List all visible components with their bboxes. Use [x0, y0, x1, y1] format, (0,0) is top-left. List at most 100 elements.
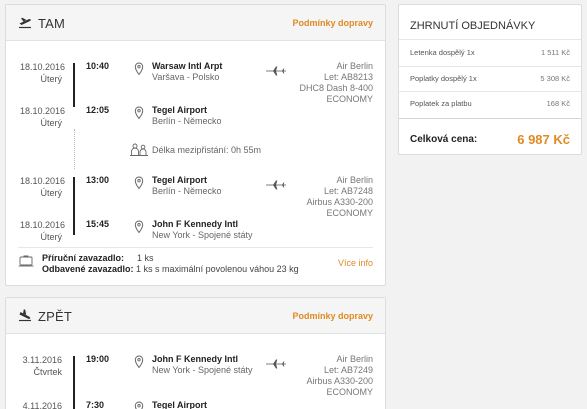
summary-row-value: 1 511 Kč [540, 48, 570, 57]
location-pin-icon [134, 106, 144, 120]
location-pin-icon [134, 220, 144, 234]
seg2-dep-time: 13:00 [86, 175, 110, 185]
flight-route-icon [266, 180, 286, 190]
hand-baggage-value: 1 ks [137, 253, 154, 263]
hand-baggage-label: Příruční zavazadlo: [42, 253, 125, 263]
seg1-dep-airport: Warsaw Intl Arpt [152, 61, 223, 71]
seg2-carrier: Air Berlin Let: AB7248 Airbus A330-200 E… [306, 175, 373, 219]
landing-icon [19, 309, 31, 322]
inbound-card: ZPĚT Podmínky dopravy 3.11.2016 Čtvrtek … [5, 297, 386, 409]
inbound-seg1-carrier: Air Berlin Let: AB7249 Airbus A330-200 E… [306, 354, 373, 398]
seg2-dep-airport: Tegel Airport [152, 175, 208, 185]
seg2-dep-date: 18.10.2016 Úterý [20, 175, 66, 199]
inbound-rules-link[interactable]: Podmínky dopravy [292, 311, 373, 321]
inbound-seg1-dep-date: 3.11.2016 Čtvrtek [20, 354, 62, 378]
location-pin-icon [134, 401, 144, 409]
summary-divider [399, 91, 581, 92]
seg1-dep-date: 18.10.2016 Úterý [20, 61, 66, 85]
airline-name: Air Berlin [336, 61, 373, 71]
flight-number: Let: AB7249 [323, 365, 373, 375]
hand-baggage: Příruční zavazadlo: 1 ks [42, 253, 154, 263]
checked-baggage-label: Odbavené zavazadlo: [42, 264, 134, 274]
day-text: Úterý [40, 188, 62, 198]
inbound-header: ZPĚT Podmínky dopravy [6, 298, 385, 334]
location-pin-icon [134, 176, 144, 190]
location-pin-icon [134, 355, 144, 369]
flight-number: Let: AB8213 [323, 72, 373, 82]
seg2-arr-date: 18.10.2016 Úterý [20, 219, 66, 243]
outbound-rules-link[interactable]: Podmínky dopravy [292, 18, 373, 28]
flight-route-icon [266, 66, 286, 76]
outbound-title: TAM [38, 16, 66, 31]
layover-people-icon [130, 143, 148, 156]
timeline-line [73, 177, 75, 235]
aircraft-type: Airbus A330-200 [306, 376, 373, 386]
summary-row-label: Letenka dospělý 1x [410, 48, 475, 57]
summary-title: ZHRNUTÍ OBJEDNÁVKY [410, 20, 536, 32]
summary-row-value: 168 Kč [546, 99, 570, 108]
layover-dotted-line [73, 129, 75, 169]
seg1-arr-city: Berlín - Německo [152, 116, 222, 126]
location-pin-icon [134, 62, 144, 76]
summary-row-label: Poplatky dospělý 1x [410, 74, 477, 83]
summary-row: Letenka dospělý 1x 1 511 Kč [410, 48, 570, 57]
day-text: Čtvrtek [33, 367, 62, 377]
seg2-arr-airport: John F Kennedy Intl [152, 219, 239, 229]
inbound-seg1-dep-time: 19:00 [86, 354, 110, 364]
inbound-seg1-arr-date: 4.11.2016 [20, 400, 62, 409]
date-text: 18.10.2016 [20, 176, 66, 186]
date-text: 3.11.2016 [22, 355, 62, 365]
summary-row-value: 5 308 Kč [540, 74, 570, 83]
day-text: Úterý [40, 74, 62, 84]
inbound-seg1-dep-city: New York - Spojené státy [152, 365, 253, 375]
luggage-icon [18, 255, 34, 267]
seg2-arr-city: New York - Spojené státy [152, 230, 253, 240]
summary-row: Poplatek za platbu 168 Kč [410, 99, 570, 108]
date-text: 18.10.2016 [20, 106, 66, 116]
seg1-arr-date: 18.10.2016 Úterý [20, 105, 66, 129]
seg2-dep-city: Berlín - Německo [152, 186, 222, 196]
timeline-line [73, 356, 75, 409]
aircraft-type: Airbus A330-200 [306, 197, 373, 207]
flight-route-icon [266, 359, 286, 369]
cabin-class: ECONOMY [326, 208, 373, 218]
outbound-card: TAM Podmínky dopravy 18.10.2016 Úterý 10… [5, 4, 386, 286]
timeline-line [73, 63, 75, 107]
cabin-class: ECONOMY [326, 387, 373, 397]
airline-name: Air Berlin [336, 354, 373, 364]
order-summary-card: ZHRNUTÍ OBJEDNÁVKY Letenka dospělý 1x 1 … [398, 4, 582, 155]
date-text: 18.10.2016 [20, 220, 66, 230]
inbound-title: ZPĚT [38, 309, 73, 324]
checked-baggage: Odbavené zavazadlo: 1 ks s maximální pov… [42, 264, 299, 274]
summary-divider [399, 66, 581, 67]
inbound-seg1-arr-time: 7:30 [86, 400, 105, 409]
total-price: Celková cena: 6 987 Kč [410, 132, 570, 147]
layover-duration: Délka mezipřistání: 0h 55m [152, 145, 262, 155]
seg1-carrier: Air Berlin Let: AB8213 DHC8 Dash 8-400 E… [299, 61, 373, 105]
day-text: Úterý [40, 118, 62, 128]
aircraft-type: DHC8 Dash 8-400 [299, 83, 373, 93]
total-label: Celková cena: [410, 134, 478, 145]
total-value: 6 987 Kč [517, 132, 570, 147]
summary-divider [399, 39, 581, 40]
day-text: Úterý [40, 232, 62, 242]
seg1-arr-airport: Tegel Airport [152, 105, 208, 115]
summary-row-label: Poplatek za platbu [410, 99, 472, 108]
baggage-divider [18, 247, 373, 248]
cabin-class: ECONOMY [326, 94, 373, 104]
more-info-link[interactable]: Více info [338, 258, 373, 268]
seg2-arr-time: 15:45 [86, 219, 110, 229]
date-text: 4.11.2016 [22, 401, 62, 409]
date-text: 18.10.2016 [20, 62, 66, 72]
outbound-header: TAM Podmínky dopravy [6, 5, 385, 41]
checked-baggage-value: 1 ks s maximální povolenou váhou 23 kg [136, 264, 299, 274]
inbound-seg1-dep-airport: John F Kennedy Intl [152, 354, 239, 364]
seg1-dep-time: 10:40 [86, 61, 110, 71]
summary-row: Poplatky dospělý 1x 5 308 Kč [410, 74, 570, 83]
inbound-seg1-arr-airport: Tegel Airport [152, 400, 208, 409]
summary-divider [399, 118, 581, 119]
takeoff-icon [19, 17, 31, 29]
flight-number: Let: AB7248 [323, 186, 373, 196]
seg1-dep-city: Varšava - Polsko [152, 72, 220, 82]
seg1-arr-time: 12:05 [86, 105, 110, 115]
